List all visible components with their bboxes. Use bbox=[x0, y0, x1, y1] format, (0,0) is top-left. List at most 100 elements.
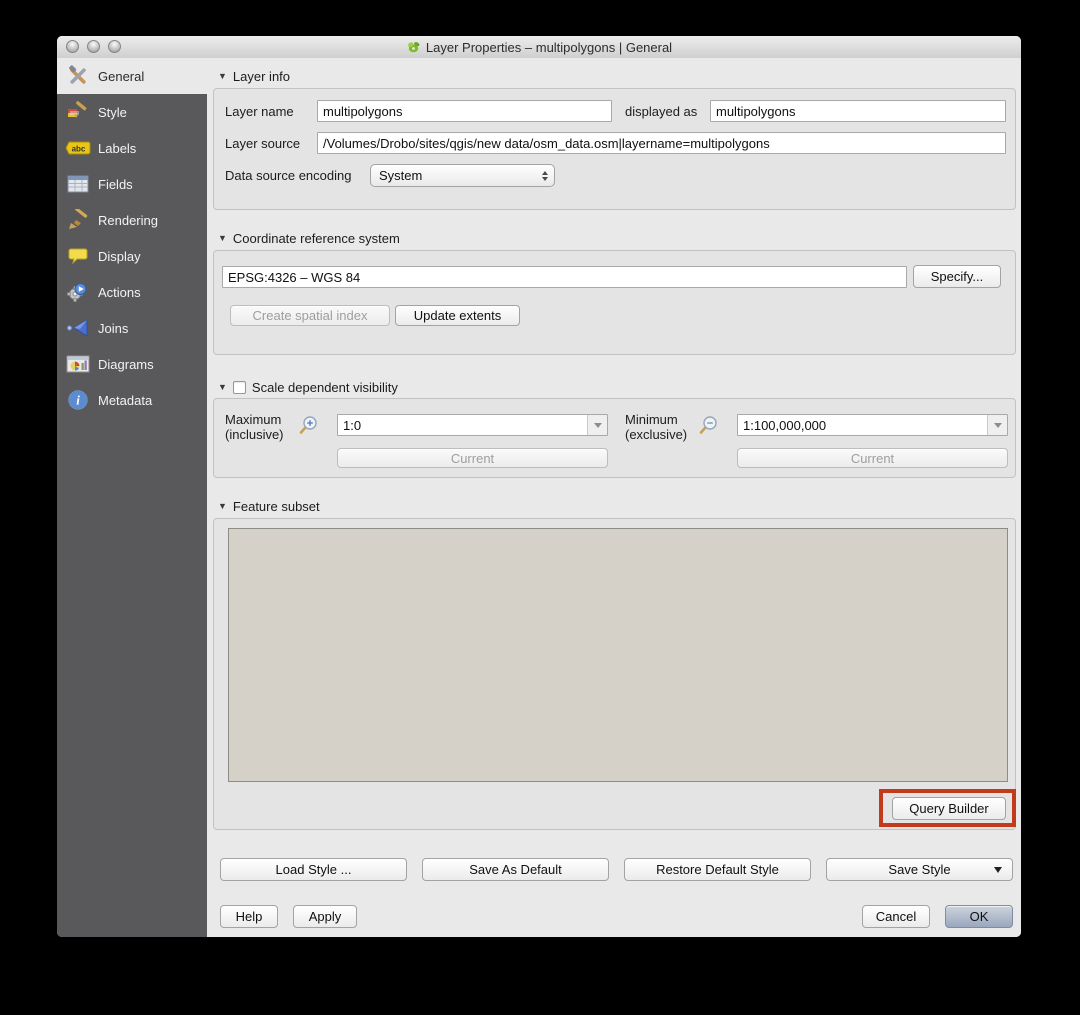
scale-visibility-checkbox[interactable] bbox=[233, 381, 246, 394]
button-label: Cancel bbox=[876, 909, 916, 924]
create-spatial-index-button[interactable]: Create spatial index bbox=[230, 305, 390, 326]
sidebar-item-label: Joins bbox=[98, 321, 128, 336]
label-line: Maximum bbox=[225, 412, 281, 427]
maximum-scale-input[interactable] bbox=[338, 415, 587, 435]
sidebar-item-rendering[interactable]: Rendering bbox=[57, 202, 207, 238]
maximum-scale-label: Maximum (inclusive) bbox=[225, 412, 284, 442]
section-title: Coordinate reference system bbox=[233, 231, 400, 246]
sidebar-item-label: Style bbox=[98, 105, 127, 120]
crs-value-input[interactable] bbox=[222, 266, 907, 288]
chevron-down-icon bbox=[994, 423, 1002, 428]
window-title: Layer Properties – multipolygons | Gener… bbox=[426, 40, 672, 55]
button-label: Query Builder bbox=[909, 801, 988, 816]
load-style-button[interactable]: Load Style ... bbox=[220, 858, 407, 881]
encoding-dropdown[interactable]: System bbox=[370, 164, 555, 187]
zoom-out-magnifier-icon bbox=[698, 414, 720, 436]
minimum-current-button[interactable]: Current bbox=[737, 448, 1008, 468]
sidebar-item-display[interactable]: Display bbox=[57, 238, 207, 274]
zoom-in-magnifier-icon bbox=[298, 414, 320, 436]
encoding-selected-value: System bbox=[379, 168, 422, 183]
displayed-as-input[interactable] bbox=[710, 100, 1006, 122]
speech-bubble-icon bbox=[65, 244, 91, 268]
data-source-encoding-label: Data source encoding bbox=[225, 168, 351, 183]
button-label: Current bbox=[851, 451, 894, 466]
save-style-dropdown-button[interactable]: Save Style bbox=[826, 858, 1013, 881]
help-button[interactable]: Help bbox=[220, 905, 278, 928]
label-line: (exclusive) bbox=[625, 427, 687, 442]
info-icon: i bbox=[65, 388, 91, 412]
feature-subset-section-header: ▼ Feature subset bbox=[218, 499, 320, 514]
sidebar-item-label: Labels bbox=[98, 141, 136, 156]
label-line: (inclusive) bbox=[225, 427, 284, 442]
chart-image-icon bbox=[65, 352, 91, 376]
button-label: Load Style ... bbox=[276, 862, 352, 877]
disclosure-triangle-icon[interactable]: ▼ bbox=[218, 383, 227, 392]
sidebar-item-diagrams[interactable]: Diagrams bbox=[57, 346, 207, 382]
apply-button[interactable]: Apply bbox=[293, 905, 357, 928]
button-label: Save Style bbox=[888, 862, 950, 877]
section-title: Scale dependent visibility bbox=[252, 380, 398, 395]
query-builder-button[interactable]: Query Builder bbox=[892, 797, 1006, 820]
specify-crs-button[interactable]: Specify... bbox=[913, 265, 1001, 288]
join-arrow-icon bbox=[65, 316, 91, 340]
abc-label-icon: abc bbox=[65, 136, 91, 160]
label-line: Minimum bbox=[625, 412, 678, 427]
section-title: Layer info bbox=[233, 69, 290, 84]
sidebar-item-joins[interactable]: Joins bbox=[57, 310, 207, 346]
cancel-button[interactable]: Cancel bbox=[862, 905, 930, 928]
combo-dropdown-button[interactable] bbox=[987, 415, 1007, 435]
sidebar-item-label: Rendering bbox=[98, 213, 158, 228]
sidebar-item-label: Metadata bbox=[98, 393, 152, 408]
combo-dropdown-button[interactable] bbox=[587, 415, 607, 435]
button-label: OK bbox=[970, 909, 989, 924]
button-label: Specify... bbox=[931, 269, 984, 284]
sidebar-item-label: Fields bbox=[98, 177, 133, 192]
qgis-logo-icon bbox=[406, 40, 421, 55]
tools-icon bbox=[65, 64, 91, 88]
layer-properties-dialog: Layer Properties – multipolygons | Gener… bbox=[57, 36, 1021, 937]
sidebar-item-label: Actions bbox=[98, 285, 141, 300]
button-label: Current bbox=[451, 451, 494, 466]
desktop-background: { "window": { "title": "Layer Properties… bbox=[0, 0, 1080, 1015]
sidebar-item-general[interactable]: General bbox=[57, 58, 207, 94]
save-as-default-button[interactable]: Save As Default bbox=[422, 858, 609, 881]
update-extents-button[interactable]: Update extents bbox=[395, 305, 520, 326]
sidebar-item-fields[interactable]: Fields bbox=[57, 166, 207, 202]
button-label: Create spatial index bbox=[253, 308, 368, 323]
disclosure-triangle-icon[interactable]: ▼ bbox=[218, 234, 227, 243]
sidebar-item-label: General bbox=[98, 69, 144, 84]
layer-name-input[interactable] bbox=[317, 100, 612, 122]
chevron-down-icon bbox=[594, 423, 602, 428]
layer-name-label: Layer name bbox=[225, 104, 294, 119]
popup-arrows-icon bbox=[536, 171, 554, 181]
crs-section-header: ▼ Coordinate reference system bbox=[218, 231, 400, 246]
svg-text:i: i bbox=[76, 393, 80, 408]
layer-source-input[interactable] bbox=[317, 132, 1006, 154]
restore-default-style-button[interactable]: Restore Default Style bbox=[624, 858, 811, 881]
layer-source-label: Layer source bbox=[225, 136, 300, 151]
minimum-scale-combobox[interactable] bbox=[737, 414, 1008, 436]
sidebar-item-labels[interactable]: abc Labels bbox=[57, 130, 207, 166]
sidebar: General Style abc Labels bbox=[57, 58, 207, 937]
disclosure-triangle-icon[interactable]: ▼ bbox=[218, 502, 227, 511]
ok-button[interactable]: OK bbox=[945, 905, 1013, 928]
section-title: Feature subset bbox=[233, 499, 320, 514]
maximum-current-button[interactable]: Current bbox=[337, 448, 608, 468]
gear-action-icon bbox=[65, 280, 91, 304]
minimum-scale-input[interactable] bbox=[738, 415, 987, 435]
layer-info-section-header: ▼ Layer info bbox=[218, 69, 290, 84]
button-label: Restore Default Style bbox=[656, 862, 779, 877]
chevron-down-icon bbox=[994, 867, 1002, 873]
sidebar-item-metadata[interactable]: i Metadata bbox=[57, 382, 207, 418]
paintbrush-icon bbox=[65, 208, 91, 232]
sidebar-item-actions[interactable]: Actions bbox=[57, 274, 207, 310]
maximum-scale-combobox[interactable] bbox=[337, 414, 608, 436]
feature-subset-query-input[interactable] bbox=[228, 528, 1008, 782]
title-bar[interactable]: Layer Properties – multipolygons | Gener… bbox=[57, 36, 1021, 59]
svg-text:abc: abc bbox=[72, 145, 86, 154]
sidebar-item-style[interactable]: Style bbox=[57, 94, 207, 130]
disclosure-triangle-icon[interactable]: ▼ bbox=[218, 72, 227, 81]
button-label: Save As Default bbox=[469, 862, 562, 877]
paint-style-icon bbox=[65, 100, 91, 124]
general-tab-content: ▼ Layer info Layer name displayed as Lay… bbox=[207, 58, 1021, 937]
